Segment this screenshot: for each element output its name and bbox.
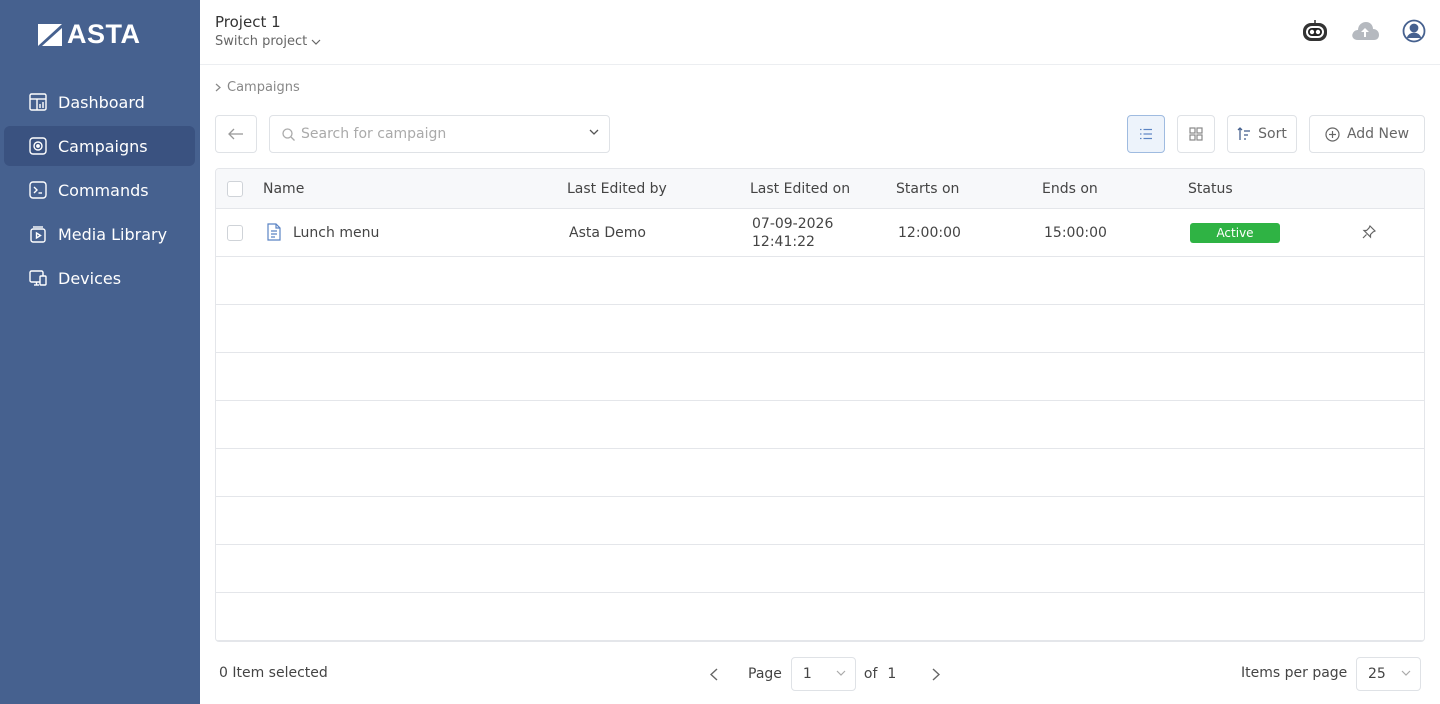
row-checkbox[interactable] [227, 225, 243, 241]
items-per-page-label: Items per page [1241, 665, 1348, 681]
chevron-down-icon [836, 670, 846, 676]
sort-label: Sort [1258, 126, 1287, 142]
top-header: Project 1 Switch project [200, 0, 1440, 65]
items-per-page-value: 25 [1368, 666, 1386, 682]
campaign-name[interactable]: Lunch menu [293, 225, 379, 241]
devices-icon [28, 268, 48, 288]
empty-table-row [216, 593, 1424, 641]
campaigns-icon [28, 136, 48, 156]
sidebar-item-dashboard[interactable]: Dashboard [4, 82, 195, 122]
grid-icon [1189, 127, 1203, 141]
brand-logo[interactable]: ASTA [37, 19, 141, 50]
commands-icon [28, 180, 48, 200]
plus-circle-icon [1325, 126, 1340, 142]
sidebar-item-campaigns[interactable]: Campaigns [4, 126, 195, 166]
header-actions [1302, 19, 1426, 43]
robot-icon[interactable] [1302, 19, 1328, 43]
page-select-value: 1 [802, 666, 812, 682]
pin-icon[interactable] [1362, 224, 1377, 243]
chevron-right-icon [215, 83, 221, 92]
empty-table-row [216, 497, 1424, 545]
sidebar-item-label: Commands [58, 180, 149, 200]
chevron-down-icon [311, 39, 321, 45]
breadcrumb-item-campaigns[interactable]: Campaigns [227, 80, 300, 95]
empty-table-row [216, 353, 1424, 401]
column-header-last-edited-by[interactable]: Last Edited by [567, 181, 667, 197]
add-new-label: Add New [1346, 126, 1410, 142]
dashboard-icon [28, 92, 48, 112]
file-document-icon [266, 223, 282, 245]
breadcrumb: Campaigns [215, 80, 300, 95]
sidebar-item-commands[interactable]: Commands [4, 170, 195, 210]
empty-table-row [216, 401, 1424, 449]
total-pages: 1 [887, 666, 897, 682]
last-edited-on-time: 12:41:22 [752, 234, 815, 250]
page-label: Page [748, 666, 782, 682]
add-new-button[interactable]: Add New [1309, 115, 1425, 153]
media-library-icon [28, 224, 48, 244]
items-per-page-select[interactable]: 25 [1356, 657, 1421, 691]
list-view-button[interactable] [1127, 115, 1165, 153]
sidebar-item-devices[interactable]: Devices [4, 258, 195, 298]
table-header: Name Last Edited by Last Edited on Start… [216, 169, 1424, 209]
empty-table-row [216, 449, 1424, 497]
column-header-name[interactable]: Name [263, 181, 304, 197]
previous-page-button[interactable] [704, 667, 724, 681]
sidebar-item-label: Media Library [58, 224, 168, 244]
pagination: Page 1 of 1 [704, 657, 946, 691]
column-header-starts-on[interactable]: Starts on [896, 181, 959, 197]
search-input[interactable] [301, 126, 571, 142]
switch-project-dropdown[interactable]: Switch project [215, 34, 321, 49]
chevron-right-icon [932, 667, 941, 681]
brand-name: ASTA [67, 19, 141, 49]
search-icon [282, 127, 295, 141]
ends-on: 15:00:00 [1044, 225, 1107, 241]
last-edited-by: Asta Demo [569, 225, 646, 241]
sidebar-item-label: Campaigns [58, 136, 148, 156]
user-icon[interactable] [1402, 19, 1426, 43]
sidebar: ASTA Dashboard Campaigns Commands Media … [0, 0, 200, 704]
back-button[interactable] [215, 115, 257, 153]
empty-table-row [216, 257, 1424, 305]
status-badge: Active [1190, 223, 1280, 243]
project-title: Project 1 [215, 13, 281, 31]
chevron-left-icon [710, 667, 718, 681]
next-page-button[interactable] [926, 667, 946, 681]
sidebar-item-label: Devices [58, 268, 122, 288]
grid-view-button[interactable] [1177, 115, 1215, 153]
last-edited-on-date: 07-09-2026 [752, 216, 834, 232]
chevron-down-icon [1401, 670, 1411, 676]
table-row[interactable]: Lunch menu Asta Demo 07-09-2026 12:41:22… [216, 209, 1424, 257]
cloud-upload-icon[interactable] [1350, 20, 1380, 42]
empty-table-row [216, 545, 1424, 593]
sidebar-nav: Dashboard Campaigns Commands Media Libra… [4, 82, 195, 302]
column-header-last-edited-on[interactable]: Last Edited on [750, 181, 850, 197]
sidebar-item-media-library[interactable]: Media Library [4, 214, 195, 254]
sort-button[interactable]: Sort [1227, 115, 1297, 153]
chevron-down-icon[interactable] [589, 129, 599, 135]
campaigns-table: Name Last Edited by Last Edited on Start… [215, 168, 1425, 642]
sidebar-item-label: Dashboard [58, 92, 145, 112]
switch-project-label: Switch project [215, 34, 308, 49]
column-header-ends-on[interactable]: Ends on [1042, 181, 1098, 197]
selection-count: 0 Item selected [219, 665, 328, 681]
list-icon [1140, 128, 1152, 140]
search-box[interactable] [269, 115, 610, 153]
asta-logo-icon [38, 23, 62, 46]
column-header-status[interactable]: Status [1188, 181, 1233, 197]
page-select[interactable]: 1 [790, 657, 856, 691]
starts-on: 12:00:00 [898, 225, 961, 241]
empty-table-row [216, 305, 1424, 353]
arrow-left-icon [228, 128, 243, 140]
of-label: of [863, 666, 878, 682]
sort-icon [1237, 127, 1251, 140]
select-all-checkbox[interactable] [227, 181, 243, 197]
table-footer: 0 Item selected Page 1 of 1 Items per pa… [200, 642, 1440, 704]
